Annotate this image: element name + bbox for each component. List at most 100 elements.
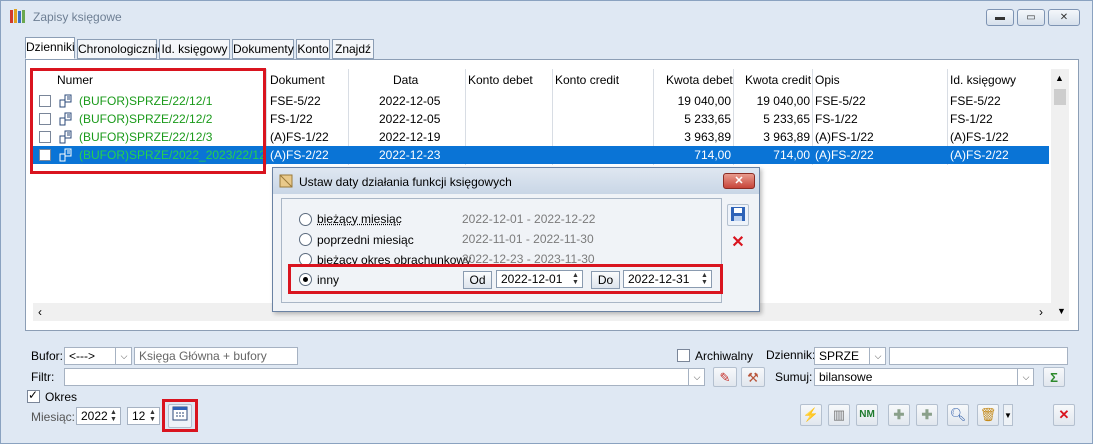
dziennik-select[interactable]: SPRZE ⌵: [814, 347, 886, 365]
radio-biezacy-miesiac[interactable]: [299, 213, 312, 226]
col-header-opis[interactable]: Opis: [815, 69, 840, 91]
dziennik-description: [889, 347, 1068, 365]
okres-checkbox[interactable]: ✓: [27, 388, 40, 403]
maximize-button[interactable]: ▭: [1017, 9, 1045, 26]
window-title: Zapisy księgowe: [33, 10, 122, 24]
scroll-down-icon[interactable]: ▼: [1057, 306, 1066, 316]
sumuj-label: Sumuj:: [775, 370, 813, 384]
plus-icon: ✚: [921, 407, 933, 422]
post-button[interactable]: ⚡: [800, 404, 822, 426]
nm-button[interactable]: NM: [856, 404, 878, 426]
col-header-kwota-debet[interactable]: Kwota debet: [666, 69, 733, 91]
cell-id-ksiegowy: FS-1/22: [950, 112, 993, 126]
cell-dokument: FS-1/22: [270, 112, 313, 126]
cell-kwota-credit: 19 040,00: [756, 94, 810, 108]
col-header-konto-credit[interactable]: Konto credit: [555, 69, 619, 91]
main-window: Zapisy księgowe ▬ ▭ ✕ Dzienniki Chronolo…: [0, 0, 1093, 444]
cell-data: 2022-12-23: [379, 148, 441, 162]
spinner-icon[interactable]: ▲ ▼: [108, 409, 119, 423]
cell-id-ksiegowy: FSE-5/22: [950, 94, 1001, 108]
scroll-up-icon[interactable]: ▲: [1055, 73, 1064, 83]
inny-row-highlight: [288, 264, 723, 294]
col-header-id-ksiegowy[interactable]: Id. księgowy: [950, 69, 1016, 91]
vertical-scrollbar[interactable]: ▲: [1051, 69, 1069, 303]
bufor-select[interactable]: <---> ⌵: [64, 347, 132, 365]
chevron-down-icon[interactable]: ⌵: [869, 348, 885, 364]
year-value: 2022: [81, 409, 108, 423]
sum-button[interactable]: Σ: [1043, 367, 1065, 387]
tab-znajdz[interactable]: Znajdź: [332, 39, 374, 59]
scroll-right-icon[interactable]: ›: [1039, 305, 1043, 319]
col-header-kwota-credit[interactable]: Kwota credit: [745, 69, 811, 91]
red-x-icon: ✕: [731, 234, 745, 251]
delete-dropdown-button[interactable]: ▼: [1003, 404, 1013, 426]
option-range: 2022-12-01 - 2022-12-22: [462, 212, 596, 226]
scroll-thumb[interactable]: [1054, 89, 1066, 105]
floppy-disk-icon: [731, 207, 745, 221]
checkmark-icon: ✓: [28, 388, 39, 402]
minimize-button[interactable]: ▬: [986, 9, 1014, 26]
title-bar: Zapisy księgowe ▬ ▭ ✕: [1, 1, 1092, 31]
add-button[interactable]: ✚: [888, 404, 910, 426]
books-icon: [10, 9, 25, 23]
scroll-left-icon[interactable]: ‹: [38, 305, 42, 319]
year-spinner[interactable]: 2022 ▲ ▼: [76, 407, 121, 425]
numer-column-highlight: [30, 68, 266, 174]
cell-data: 2022-12-05: [379, 94, 441, 108]
delete-button[interactable]: 🗑︎: [977, 404, 999, 426]
preview-button[interactable]: 🔍︎: [947, 404, 969, 426]
cell-kwota-debet: 3 963,89: [684, 130, 731, 144]
dziennik-value: SPRZE: [819, 349, 860, 363]
chevron-down-icon[interactable]: ⌵: [688, 369, 704, 385]
chevron-down-icon[interactable]: ⌵: [1017, 369, 1033, 385]
tab-dzienniki[interactable]: Dzienniki: [25, 37, 75, 59]
tab-konto[interactable]: Konto: [296, 39, 330, 59]
cell-kwota-debet: 714,00: [694, 148, 731, 162]
dialog-close-button[interactable]: ✕: [723, 173, 755, 189]
radio-poprzedni-miesiac[interactable]: [299, 233, 312, 246]
wrench-icon: ⚒: [747, 370, 759, 385]
add-copy-button[interactable]: ✚: [916, 404, 938, 426]
col-header-konto-debet[interactable]: Konto debet: [468, 69, 533, 91]
tab-chronologicznie[interactable]: Chronologicznie: [77, 39, 164, 59]
dziennik-label: Dziennik:: [766, 348, 816, 362]
cell-id-ksiegowy: (A)FS-1/22: [950, 130, 1009, 144]
cell-kwota-debet: 5 233,65: [684, 112, 731, 126]
cell-data: 2022-12-19: [379, 130, 441, 144]
tab-id-ksiegowy[interactable]: Id. księgowy: [159, 39, 230, 59]
sumuj-value: bilansowe: [819, 370, 873, 384]
calendar-button-highlight: [162, 399, 198, 432]
spinner-icon[interactable]: ▲ ▼: [147, 409, 158, 423]
filter-input[interactable]: ⌵: [64, 368, 705, 386]
cell-dokument: (A)FS-2/22: [270, 148, 329, 162]
tab-dokumenty[interactable]: Dokumenty: [232, 39, 294, 59]
lightning-icon: ⚡: [802, 407, 820, 422]
month-value: 12: [132, 409, 146, 423]
col-header-dokument[interactable]: Dokument: [270, 69, 325, 91]
cell-opis: (A)FS-2/22: [815, 148, 874, 162]
close-window-button[interactable]: ✕: [1048, 9, 1080, 26]
month-spinner[interactable]: 12 ▲ ▼: [127, 407, 160, 425]
cell-kwota-credit: 714,00: [773, 148, 810, 162]
option-range: 2022-11-01 - 2022-11-30: [462, 232, 594, 246]
chevron-down-icon[interactable]: ⌵: [115, 348, 131, 364]
cell-opis: FS-1/22: [815, 112, 858, 126]
close-icon: ✕: [734, 175, 744, 187]
chevron-down-icon: ▼: [1004, 411, 1012, 420]
books-button[interactable]: ▥: [828, 404, 850, 426]
cell-kwota-credit: 5 233,65: [763, 112, 810, 126]
cell-dokument: (A)FS-1/22: [270, 130, 329, 144]
okres-label: Okres: [45, 390, 78, 404]
close-icon: ✕: [1059, 12, 1069, 23]
archiwalny-checkbox[interactable]: [677, 349, 690, 362]
filter-constructor-button[interactable]: ⚒: [741, 367, 765, 387]
minimize-icon: ▬: [995, 12, 1005, 23]
sumuj-select[interactable]: bilansowe ⌵: [814, 368, 1034, 386]
save-button[interactable]: [727, 204, 749, 226]
filter-edit-button[interactable]: ✎: [713, 367, 737, 387]
plus-icon: ✚: [893, 407, 905, 422]
close-button[interactable]: ✕: [1053, 404, 1075, 426]
col-header-data[interactable]: Data: [393, 69, 418, 91]
sigma-icon: Σ: [1050, 370, 1058, 385]
cancel-button[interactable]: ✕: [727, 232, 749, 254]
